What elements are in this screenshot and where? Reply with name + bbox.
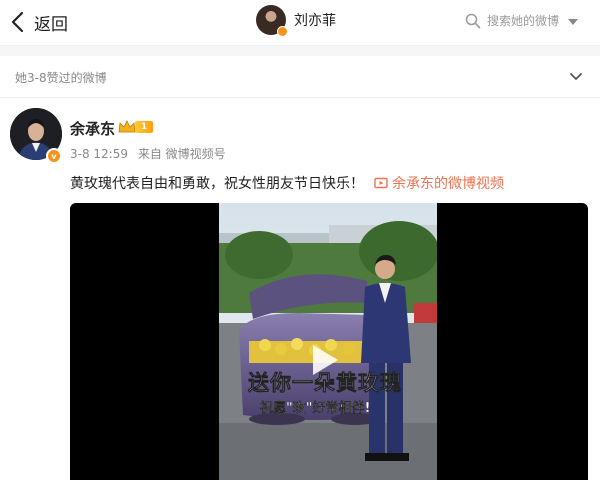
post-meta: 3-8 12:59 来自 微博视频号 (70, 145, 232, 162)
liked-posts-label: 她3-8赞过的微博 (15, 71, 107, 85)
video-thumbnail (219, 203, 437, 480)
profile-header[interactable]: 刘亦菲 (256, 5, 336, 37)
video-caption-main: 送你一朵黄玫瑰 (248, 371, 402, 396)
top-bar: 返回 刘亦菲 搜索她的微博 (0, 0, 600, 46)
expand-chevron-icon[interactable] (568, 70, 584, 84)
video-link-icon (374, 177, 388, 189)
profile-name: 刘亦菲 (294, 13, 336, 29)
video-caption-sub: 祝愿"玫"好常相伴! (260, 401, 371, 416)
search-placeholder: 搜索她的微博 (487, 14, 560, 28)
level-badge: 1 (135, 121, 153, 133)
back-chevron-icon (11, 11, 24, 33)
verified-badge-icon (277, 26, 288, 37)
search-box[interactable]: 搜索她的微博 (465, 12, 559, 29)
video-player[interactable]: 送你一朵黄玫瑰 祝愿"玫"好常相伴! (70, 203, 588, 480)
profile-avatar[interactable] (256, 5, 288, 37)
author-verified-icon: v (46, 148, 62, 164)
author-name[interactable]: 余承东 (70, 118, 115, 139)
video-link[interactable]: 余承东的微博视频 (374, 173, 504, 193)
crown-icon (118, 120, 136, 133)
section-separator (0, 46, 600, 56)
back-button[interactable]: 返回 (6, 9, 68, 35)
post-text: 黄玫瑰代表自由和勇敢，祝女性朋友节日快乐！ (70, 176, 364, 192)
divider (0, 97, 600, 98)
video-link-label: 余承东的微博视频 (392, 176, 504, 192)
video-frame (219, 203, 437, 480)
post-time: 3-8 12:59 (70, 147, 128, 161)
back-label: 返回 (34, 14, 68, 35)
dropdown-arrow-icon[interactable] (566, 16, 580, 28)
post-source[interactable]: 来自 微博视频号 (138, 147, 226, 161)
liked-posts-header[interactable]: 她3-8赞过的微博 (0, 60, 600, 94)
search-icon (465, 13, 481, 28)
